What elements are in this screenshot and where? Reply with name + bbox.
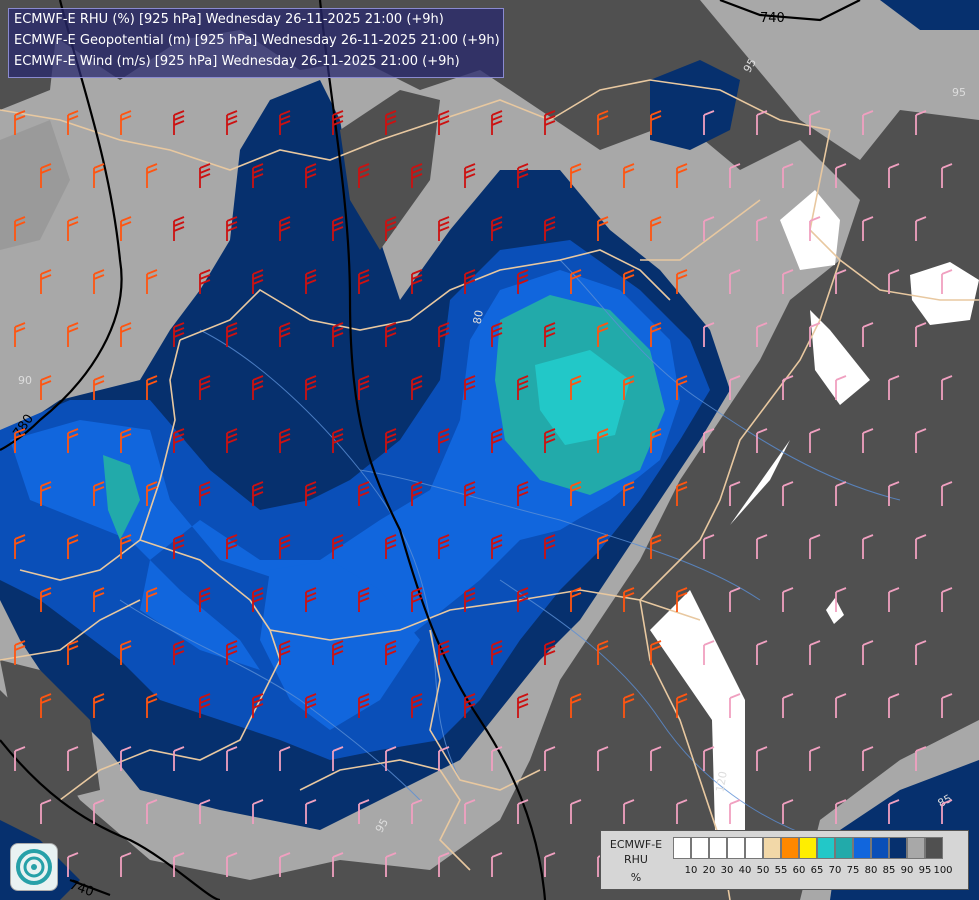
- legend-swatch: [781, 837, 799, 859]
- ecmwf-swirl-icon: [16, 849, 52, 885]
- legend-swatch: [673, 837, 691, 859]
- contour-label-90: 90: [18, 374, 32, 387]
- legend-swatch: [871, 837, 889, 859]
- legend-swatch: [745, 837, 763, 859]
- legend-swatch: [709, 837, 727, 859]
- legend-swatch: [835, 837, 853, 859]
- legend-title: ECMWF-E RHU %: [605, 837, 667, 885]
- contour-label-740-top: 740: [760, 11, 785, 26]
- legend-swatch: [691, 837, 709, 859]
- map-header: ECMWF-E RHU (%) [925 hPa] Wednesday 26-1…: [8, 8, 504, 78]
- legend-title-variable: RHU: [624, 853, 648, 866]
- header-rhu-line: ECMWF-E RHU (%) [925 hPa] Wednesday 26-1…: [14, 12, 444, 27]
- weather-map: 740 780 740 80 90 95 95 95 120 85: [0, 0, 979, 900]
- header-wind-line: ECMWF-E Wind (m/s) [925 hPa] Wednesday 2…: [14, 54, 460, 69]
- contour-label-95-right: 95: [952, 86, 966, 99]
- legend-swatch: [763, 837, 781, 859]
- legend-tick-label: 100: [933, 865, 953, 876]
- legend-swatch: [727, 837, 745, 859]
- legend-swatch: [853, 837, 871, 859]
- legend-title-model: ECMWF-E: [609, 838, 663, 851]
- legend-swatch: [925, 837, 943, 859]
- legend-title-unit: %: [630, 871, 642, 884]
- contour-label-80: 80: [471, 309, 486, 325]
- legend-swatch: [907, 837, 925, 859]
- header-geopotential-line: ECMWF-E Geopotential (m) [925 hPa] Wedne…: [14, 33, 500, 48]
- rhu-legend: ECMWF-E RHU % 10 20 30 40 50 55 60 65 70 75 80 85 90…: [600, 830, 969, 890]
- legend-swatch: [817, 837, 835, 859]
- legend-swatch: [889, 837, 907, 859]
- legend-swatch: [799, 837, 817, 859]
- ecmwf-logo: [10, 843, 58, 891]
